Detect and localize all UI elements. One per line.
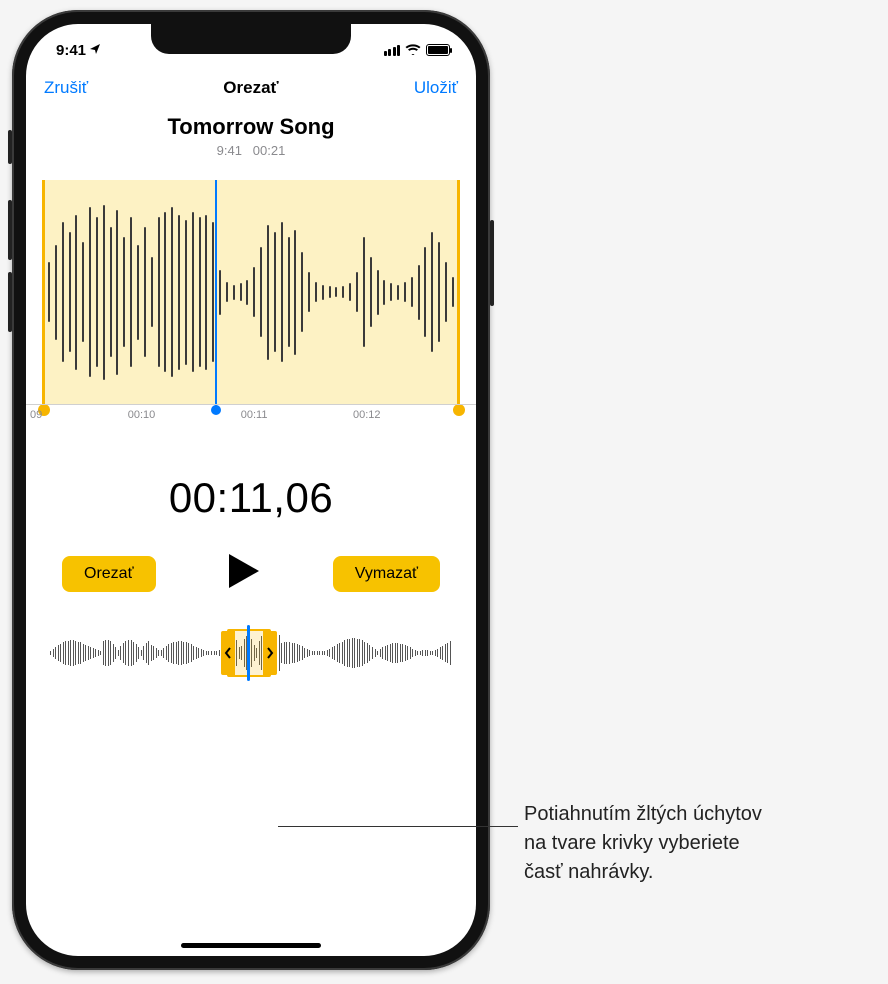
- location-icon: [89, 42, 101, 59]
- wifi-icon: [405, 42, 421, 59]
- overview-handle-start[interactable]: [221, 631, 235, 675]
- cancel-button[interactable]: Zrušiť: [44, 78, 88, 98]
- recording-title: Tomorrow Song: [26, 114, 476, 140]
- overview-playhead[interactable]: [247, 625, 250, 681]
- tick-11: 00:11: [241, 409, 268, 421]
- waveform-main[interactable]: 09 00:10 00:11 00:12: [26, 180, 476, 440]
- nav-bar: Zrušiť Orezať Uložiť: [26, 64, 476, 104]
- notch: [151, 24, 351, 54]
- trim-handle-end[interactable]: [457, 180, 460, 410]
- nav-title: Orezať: [223, 78, 278, 98]
- tick-10: 00:10: [128, 409, 156, 421]
- callout-l1: Potiahnutím žltých úchytov: [524, 803, 762, 825]
- callout-line: [278, 826, 518, 827]
- volume-down: [8, 272, 12, 332]
- trim-handle-start[interactable]: [42, 180, 45, 410]
- battery-icon: [426, 44, 450, 56]
- overview-handle-end[interactable]: [263, 631, 277, 675]
- power-button: [490, 220, 494, 306]
- playhead[interactable]: [215, 180, 217, 410]
- screen: 9:41 Zrušiť Orezať Uložiť Tomorrow Song …: [26, 24, 476, 956]
- trim-button[interactable]: Orezať: [62, 556, 156, 592]
- playback-position: 00:11,06: [26, 474, 476, 522]
- chevron-left-icon: [224, 646, 232, 660]
- tick-09: 09: [30, 409, 42, 421]
- recording-meta: 9:41 00:21: [26, 143, 476, 158]
- recording-duration: 00:21: [253, 143, 286, 158]
- status-time: 9:41: [56, 42, 86, 59]
- chevron-right-icon: [266, 646, 274, 660]
- waveform-overview[interactable]: [50, 629, 452, 677]
- cell-signal-icon: [384, 45, 401, 56]
- timeline-ruler: 09 00:10 00:11 00:12: [26, 404, 476, 440]
- home-indicator[interactable]: [181, 943, 321, 948]
- tick-12: 00:12: [353, 409, 381, 421]
- mute-switch: [8, 130, 12, 164]
- save-button[interactable]: Uložiť: [414, 78, 458, 98]
- play-button[interactable]: [227, 552, 261, 595]
- controls-row: Orezať Vymazať: [26, 552, 476, 595]
- recording-time: 9:41: [217, 143, 242, 158]
- callout-l2: na tvare krivky vyberiete: [524, 832, 740, 854]
- callout-text: Potiahnutím žltých úchytov na tvare kriv…: [524, 800, 874, 887]
- volume-up: [8, 200, 12, 260]
- delete-button[interactable]: Vymazať: [333, 556, 440, 592]
- callout-l3: časť nahrávky.: [524, 861, 653, 883]
- waveform-bars: [42, 180, 460, 404]
- play-icon: [227, 552, 261, 590]
